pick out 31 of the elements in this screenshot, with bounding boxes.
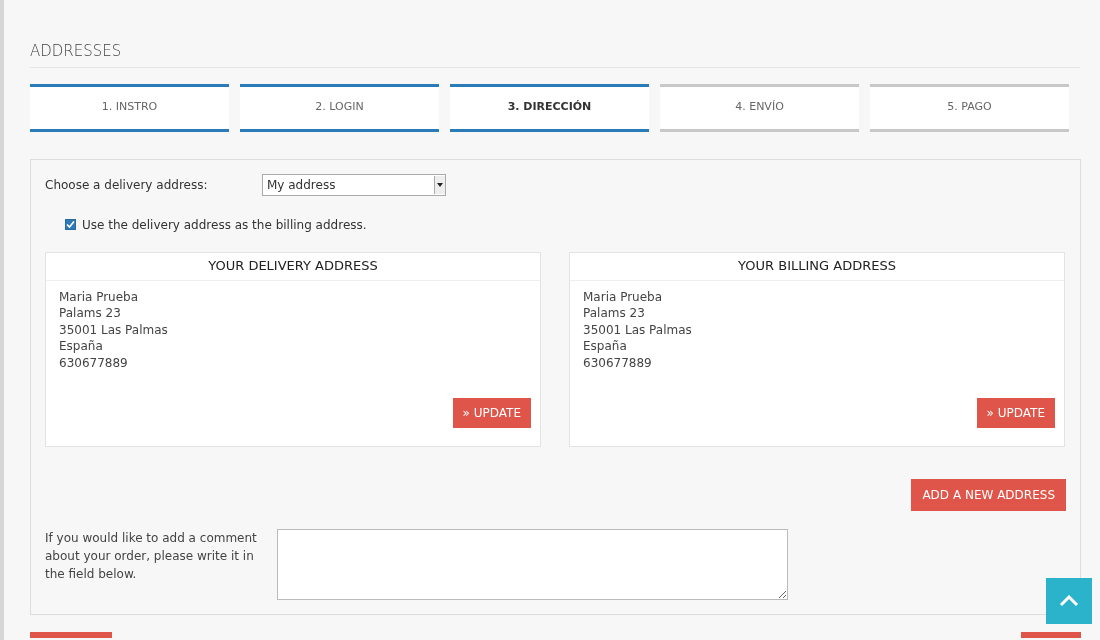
step-tab[interactable]: 4. ENVÍO bbox=[660, 83, 859, 132]
card-title: YOUR BILLING ADDRESS bbox=[738, 257, 896, 276]
address-line: Maria Prueba bbox=[59, 288, 140, 305]
chevron-up-icon bbox=[1059, 595, 1079, 607]
address-line: Palams 23 bbox=[59, 305, 122, 322]
address-line: 630677889 bbox=[59, 354, 129, 371]
address-line: España bbox=[583, 338, 628, 355]
page-title: ADDRESSES bbox=[30, 41, 123, 62]
address-line: España bbox=[59, 338, 104, 355]
checkbox[interactable] bbox=[65, 219, 76, 230]
step-tab[interactable]: 3. DIRECCIÓN bbox=[450, 83, 649, 132]
comment-hint: If you would like to add a comment about your order, please write it in the field below. bbox=[45, 529, 258, 583]
comment-field[interactable] bbox=[277, 528, 788, 600]
cut-off-button[interactable] bbox=[1021, 631, 1081, 638]
cut-off-button[interactable] bbox=[30, 631, 112, 638]
address-line: 35001 Las Palmas bbox=[583, 321, 693, 338]
add-address-button[interactable]: ADD A NEW ADDRESS bbox=[911, 478, 1066, 511]
scroll-to-top-button[interactable] bbox=[1046, 578, 1092, 624]
checkbox-label: Use the delivery address as the billing address. bbox=[82, 216, 367, 234]
select-label: Choose a delivery address: bbox=[45, 176, 209, 194]
address-line: Palams 23 bbox=[583, 305, 646, 322]
step-tab[interactable]: 1. INSTRO bbox=[30, 83, 229, 132]
card-title: YOUR DELIVERY ADDRESS bbox=[208, 257, 378, 276]
step-tab[interactable]: 2. LOGIN bbox=[240, 83, 439, 132]
address-select[interactable]: My address bbox=[262, 173, 446, 196]
address-line: 630677889 bbox=[583, 354, 653, 371]
update-button[interactable]: » UPDATE bbox=[452, 397, 531, 428]
step-tab[interactable]: 5. PAGO bbox=[870, 83, 1069, 132]
address-line: Maria Prueba bbox=[583, 288, 664, 305]
update-button[interactable]: » UPDATE bbox=[976, 397, 1055, 428]
address-line: 35001 Las Palmas bbox=[59, 321, 169, 338]
